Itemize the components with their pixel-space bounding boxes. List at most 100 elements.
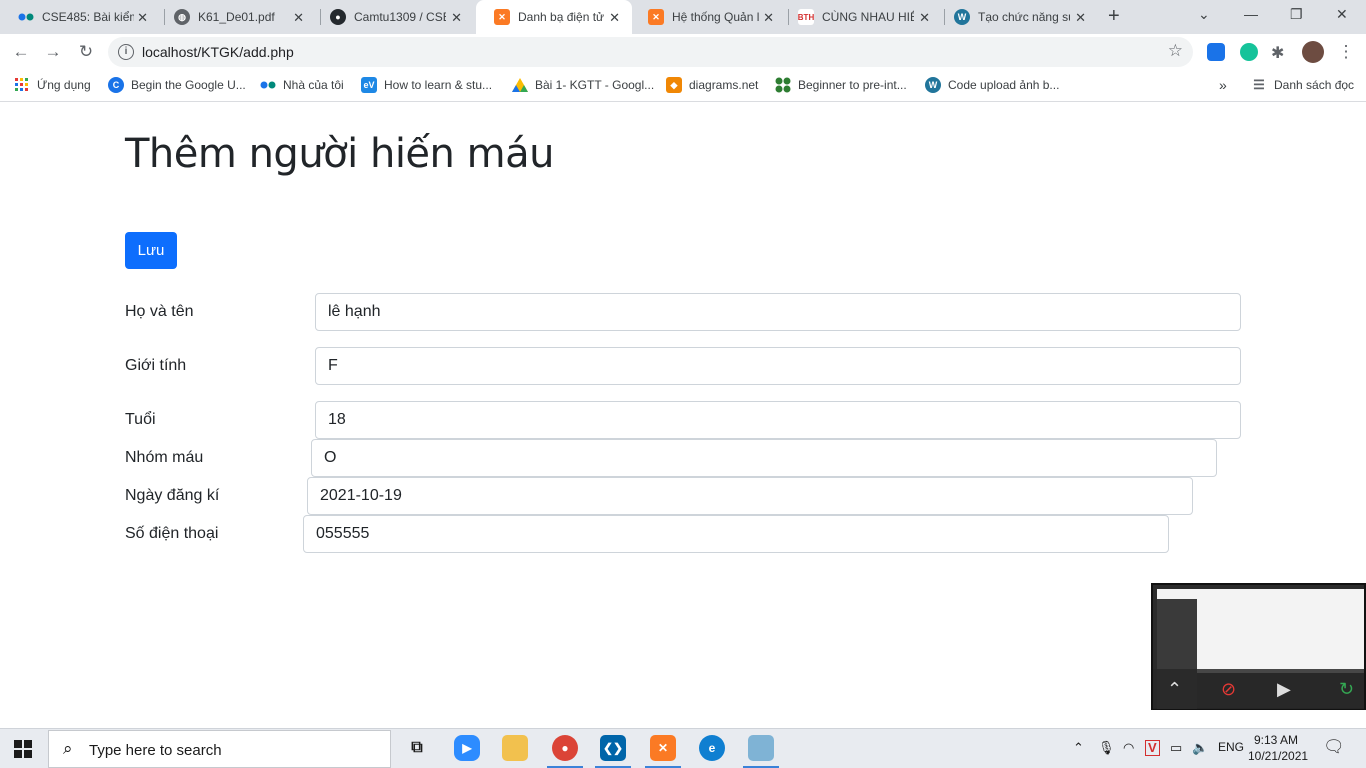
bookmark-apps[interactable]: Ứng dụng bbox=[14, 77, 91, 93]
register-date-label: Ngày đăng kí bbox=[125, 487, 220, 504]
browser-toolbar: ← → ↻ i localhost/KTGK/add.php ☆ ✱ ⋮ bbox=[0, 34, 1366, 70]
register-date-field[interactable] bbox=[307, 477, 1193, 515]
blood-type-field[interactable] bbox=[311, 439, 1217, 477]
blood-type-label: Nhóm máu bbox=[125, 449, 204, 466]
task-view-icon[interactable]: ⧉ bbox=[404, 735, 430, 761]
phone-field[interactable] bbox=[303, 515, 1169, 553]
google-c-icon: C bbox=[108, 77, 124, 93]
address-bar[interactable]: i localhost/KTGK/add.php ☆ bbox=[108, 37, 1193, 67]
microphone-icon[interactable]: 🎙 bbox=[1098, 740, 1115, 756]
age-field[interactable] bbox=[315, 401, 1241, 439]
close-icon[interactable]: ✕ bbox=[609, 10, 620, 26]
chrome-icon[interactable]: ● bbox=[552, 735, 578, 761]
gender-field[interactable] bbox=[315, 347, 1241, 385]
gender-label: Giới tính bbox=[125, 357, 187, 374]
volume-icon[interactable]: 🔈 bbox=[1192, 740, 1208, 756]
battery-icon[interactable]: ▭ bbox=[1170, 740, 1182, 756]
drive-icon bbox=[512, 77, 528, 93]
reading-list-icon: ☰ bbox=[1253, 77, 1265, 92]
info-icon[interactable]: i bbox=[118, 44, 134, 60]
forward-icon[interactable]: → bbox=[41, 40, 65, 64]
bookmark-item[interactable]: Beginner to pre-int... bbox=[775, 77, 907, 93]
apps-grid-icon bbox=[14, 77, 30, 93]
page-title: Thêm người hiến máu bbox=[125, 131, 554, 177]
language-indicator[interactable]: ENG bbox=[1218, 740, 1244, 754]
chevron-up-icon[interactable]: ⌃ bbox=[1073, 740, 1084, 756]
dots-icon bbox=[260, 77, 276, 93]
bookmark-item[interactable]: C Begin the Google U... bbox=[108, 77, 246, 93]
close-icon[interactable]: ✕ bbox=[137, 10, 148, 26]
clock-date: 10/21/2021 bbox=[1248, 749, 1309, 763]
bookmark-item[interactable]: eV How to learn & stu... bbox=[361, 77, 492, 93]
taskbar-search[interactable]: ⌕ Type here to search bbox=[48, 730, 391, 768]
bookmark-star-icon[interactable]: ☆ bbox=[1168, 41, 1183, 61]
tab-5[interactable]: BTH CÙNG NHAU HIỂ ✕ bbox=[780, 0, 942, 34]
bookmark-item[interactable]: ◆ diagrams.net bbox=[666, 77, 758, 93]
share-icon[interactable]: ↻ bbox=[1339, 679, 1354, 700]
notifications-icon[interactable]: 🗨 bbox=[1323, 737, 1345, 757]
drawio-icon: ◆ bbox=[666, 77, 682, 93]
bookmarks-bar: Ứng dụng C Begin the Google U... Nhà của… bbox=[0, 70, 1366, 102]
url-text[interactable]: localhost/KTGK/add.php bbox=[142, 44, 294, 60]
restore-icon[interactable]: ❐ bbox=[1290, 6, 1303, 23]
vscode-icon[interactable]: ❮❯ bbox=[600, 735, 626, 761]
grammarly-icon[interactable] bbox=[1240, 43, 1258, 61]
tab-6[interactable]: W Tạo chức năng sử ✕ bbox=[936, 0, 1098, 34]
clock-time: 9:13 AM bbox=[1253, 733, 1299, 747]
close-icon[interactable]: ✕ bbox=[293, 10, 304, 26]
wordpress-icon: W bbox=[954, 9, 970, 25]
minimize-icon[interactable]: — bbox=[1244, 6, 1258, 22]
windows-taskbar: ⌕ Type here to search ⧉ ▶ ● ❮❯ ✕ e ⌃ 🎙 ◠… bbox=[0, 728, 1366, 768]
close-icon[interactable]: ✕ bbox=[763, 10, 774, 26]
more-bookmarks-button[interactable]: » bbox=[1219, 77, 1227, 93]
age-label: Tuổi bbox=[125, 411, 156, 428]
phone-label: Số điện thoại bbox=[125, 525, 219, 542]
bookmark-item[interactable]: W Code upload ảnh b... bbox=[925, 77, 1059, 93]
search-icon: ⌕ bbox=[63, 739, 73, 758]
github-icon: ● bbox=[330, 9, 346, 25]
menu-kebab-icon[interactable]: ⋮ bbox=[1334, 40, 1358, 64]
new-tab-button[interactable]: + bbox=[1108, 5, 1120, 28]
puzzle-extensions-icon[interactable]: ✱ bbox=[1271, 43, 1289, 62]
tab-2[interactable]: ● Camtu1309 / CSE ✕ bbox=[312, 0, 474, 34]
window-close-icon[interactable]: ✕ bbox=[1336, 6, 1348, 23]
tab-0[interactable]: CSE485: Bài kiểm ✕ bbox=[0, 0, 160, 34]
clover-icon bbox=[775, 77, 791, 93]
close-icon[interactable]: ✕ bbox=[1075, 10, 1086, 26]
zoom-icon[interactable]: ▶ bbox=[454, 735, 480, 761]
tab-1[interactable]: ◍ K61_De01.pdf ✕ bbox=[156, 0, 316, 34]
tab-search-icon[interactable]: ⌄ bbox=[1198, 6, 1210, 23]
ev-icon: eV bbox=[361, 77, 377, 93]
tab-4[interactable]: ✕ Hệ thống Quản l ✕ bbox=[630, 0, 786, 34]
tab-3-active[interactable]: ✕ Danh bạ điện tử ✕ bbox=[476, 0, 632, 34]
vietkey-icon[interactable]: V bbox=[1145, 740, 1160, 756]
name-label: Họ và tên bbox=[125, 303, 194, 320]
edge-icon[interactable]: e bbox=[699, 735, 725, 761]
windows-start-icon[interactable] bbox=[14, 740, 32, 758]
camera-icon[interactable]: ▶ bbox=[1277, 679, 1291, 700]
dots-icon bbox=[18, 9, 34, 25]
name-field[interactable] bbox=[315, 293, 1241, 331]
back-icon[interactable]: ← bbox=[9, 40, 33, 64]
bookmark-item[interactable]: Bài 1- KGTT - Googl... bbox=[512, 77, 654, 93]
wifi-icon[interactable]: ◠ bbox=[1123, 740, 1134, 756]
call-controls-bar bbox=[1153, 669, 1364, 709]
bth-icon: BTH bbox=[798, 9, 814, 25]
globe-icon: ◍ bbox=[174, 9, 190, 25]
mic-muted-icon[interactable]: ⊘ bbox=[1221, 679, 1236, 700]
close-icon[interactable]: ✕ bbox=[919, 10, 930, 26]
close-icon[interactable]: ✕ bbox=[451, 10, 462, 26]
reload-icon[interactable]: ↻ bbox=[74, 40, 98, 64]
system-clock[interactable]: 9:13 AM 10/21/2021 bbox=[1248, 732, 1309, 764]
chevron-up-icon[interactable]: ⌃ bbox=[1167, 679, 1182, 700]
xampp-icon[interactable]: ✕ bbox=[650, 735, 676, 761]
save-button[interactable]: Lưu bbox=[125, 232, 177, 269]
reading-list-button[interactable]: ☰ Danh sách đọc bbox=[1251, 77, 1354, 93]
extension-drop-icon[interactable] bbox=[1207, 43, 1225, 61]
file-explorer-icon[interactable] bbox=[502, 735, 528, 761]
video-call-overlay[interactable]: ⌃ ⊘ ▶ ↻ bbox=[1151, 583, 1366, 710]
app-icon[interactable] bbox=[748, 735, 774, 761]
bookmark-item[interactable]: Nhà của tôi bbox=[260, 77, 344, 93]
profile-avatar[interactable] bbox=[1302, 41, 1324, 63]
xampp-icon: ✕ bbox=[494, 9, 510, 25]
